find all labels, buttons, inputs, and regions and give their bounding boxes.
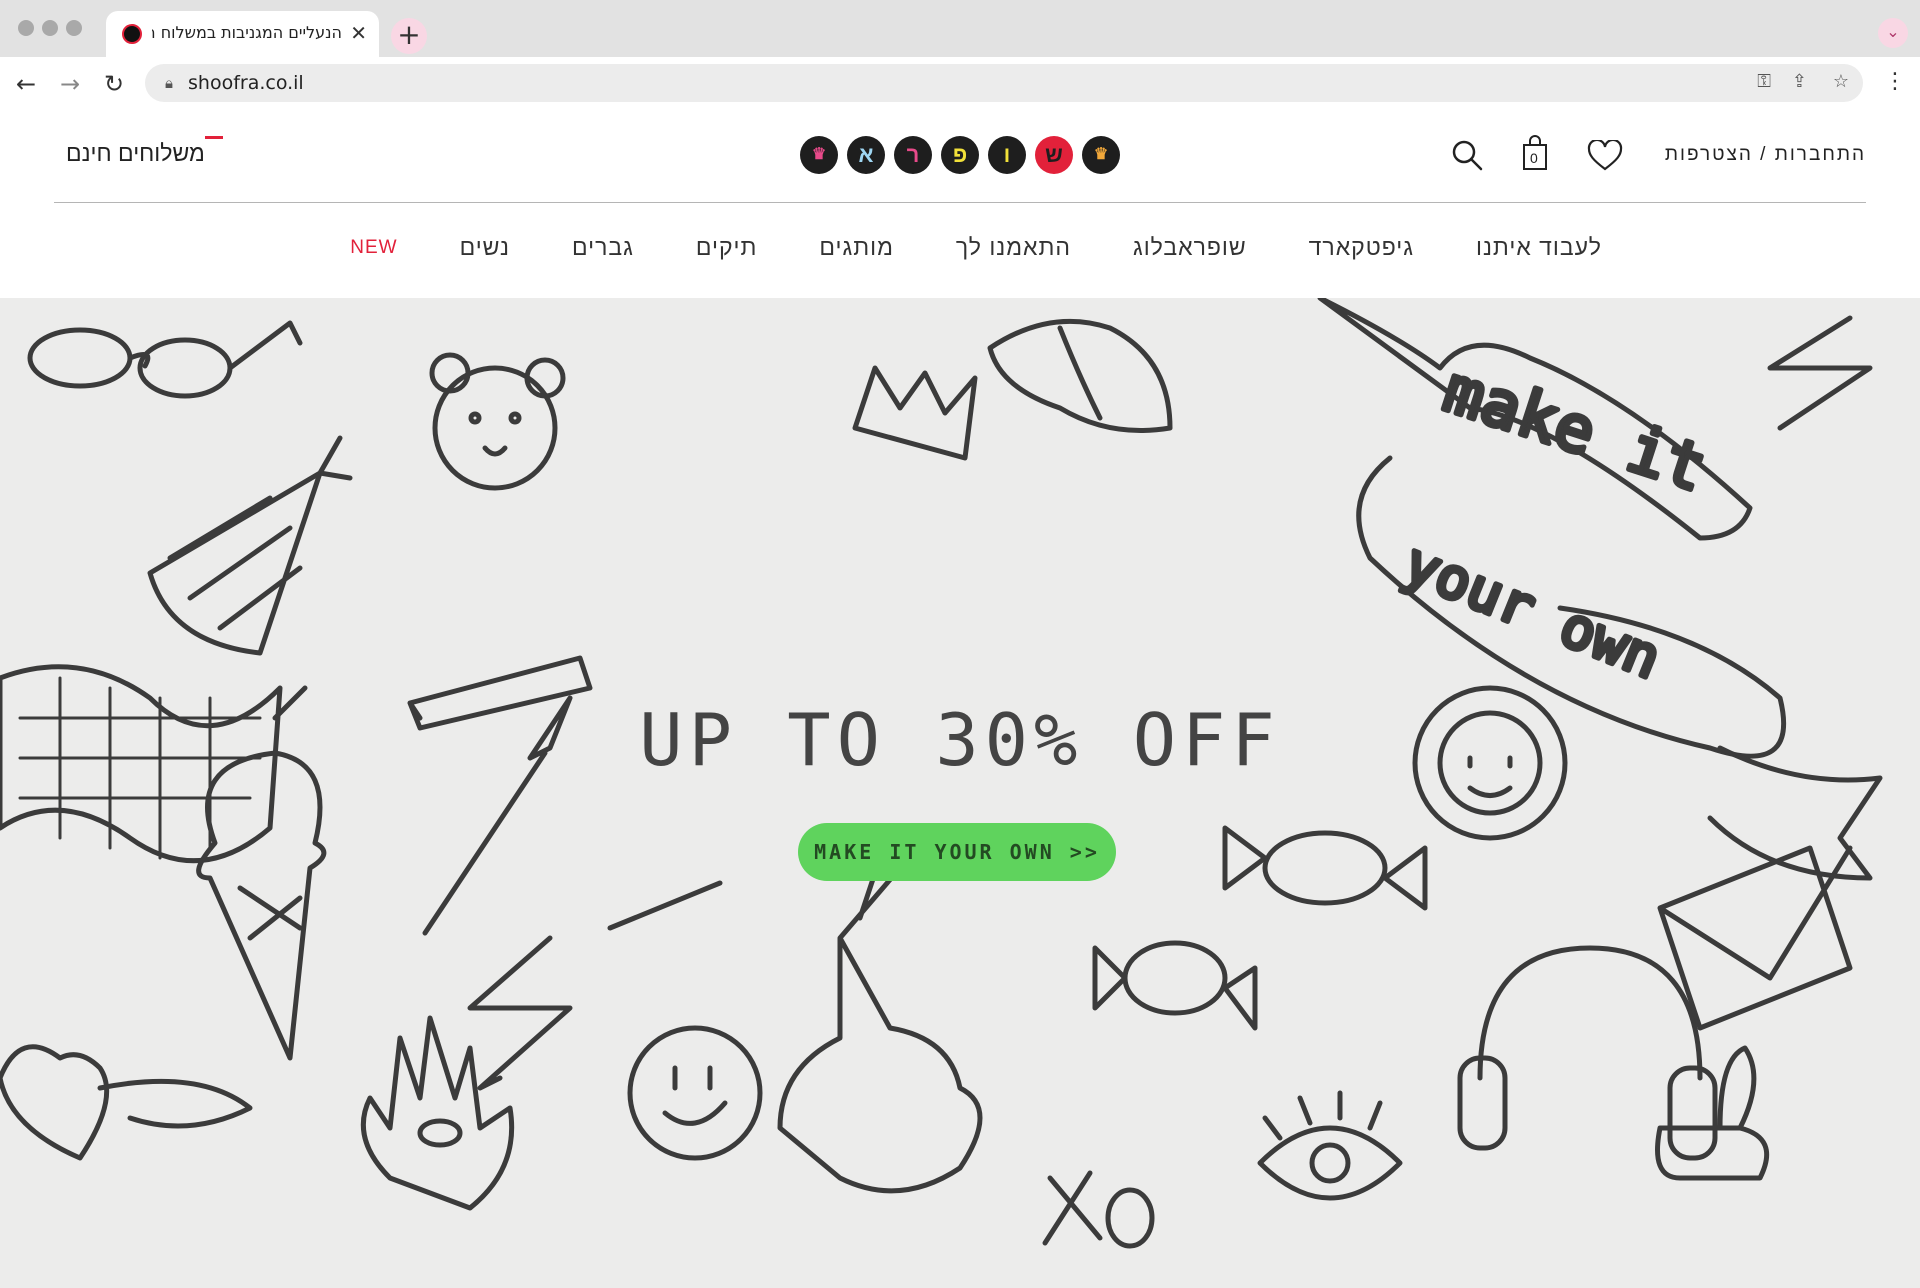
forward-icon[interactable]: →: [60, 69, 80, 99]
login-register-link[interactable]: התחברות / הצטרפות: [1665, 144, 1866, 166]
xoxo-doodle: [1042, 1170, 1155, 1249]
heart-icon[interactable]: [1587, 138, 1623, 176]
browser-tab-strip: הנעליים המגניבות במשלוח חינם עד הבית ✕ +…: [0, 0, 1920, 57]
promo-headline: UP TO 30% OFF: [639, 698, 1281, 782]
free-shipping-label: משלוחים חינם: [66, 140, 205, 166]
header-divider: [54, 202, 1866, 203]
shoofra-logo[interactable]: ♛ א ר פ ו ש ♛: [800, 136, 1120, 174]
url-text[interactable]: shoofra.co.il: [188, 72, 304, 94]
logo-letter: א: [847, 136, 885, 174]
main-navigation: NEW נשים גברים תיקים מותגים התאמנו לך שו…: [350, 234, 1602, 261]
nav-item-careers[interactable]: לעבוד איתנו: [1476, 234, 1602, 261]
cart-icon[interactable]: 0: [1521, 134, 1549, 176]
logo-letter: ש: [1035, 136, 1073, 174]
nav-item-blog[interactable]: שופראבלוג: [1133, 234, 1247, 261]
winged-heart-doodle: [0, 1044, 253, 1161]
nav-item-new[interactable]: NEW: [350, 234, 397, 261]
ribbon-banner-doodle: make it your own: [1317, 298, 1883, 881]
minimize-window-button[interactable]: [42, 20, 58, 36]
nav-item-brands[interactable]: מותגים: [819, 234, 894, 261]
share-icon[interactable]: ⇪: [1792, 71, 1807, 92]
logo-letter: ר: [894, 136, 932, 174]
evil-eye-doodle: [1257, 1090, 1403, 1201]
nav-item-men[interactable]: גברים: [572, 234, 634, 261]
cart-count: 0: [1530, 150, 1538, 166]
favicon-icon: [122, 24, 142, 44]
bookmark-star-icon[interactable]: ☆: [1833, 71, 1849, 92]
cap-doodle: [987, 318, 1173, 433]
browser-menu-icon[interactable]: ⋮: [1884, 69, 1906, 94]
lightning-doodle: [1767, 315, 1873, 431]
close-window-button[interactable]: [18, 20, 34, 36]
svg-text:make it: make it: [1435, 353, 1714, 507]
logo-crown-icon: ♛: [1082, 136, 1120, 174]
site-header: משלוחים חינם ♛ א ר פ ו ש ♛ 0 התחברות / ה…: [0, 112, 1920, 298]
party-hat-doodle: [147, 435, 353, 656]
logo-letter: ו: [988, 136, 1026, 174]
nav-item-fit-for-you[interactable]: התאמנו לך: [956, 234, 1071, 261]
key-icon[interactable]: ⚿: [1757, 71, 1771, 92]
nav-item-women[interactable]: נשים: [460, 234, 510, 261]
tab-close-icon[interactable]: ✕: [350, 21, 367, 45]
zoom-window-button[interactable]: [66, 20, 82, 36]
logo-crown-icon: ♛: [800, 136, 838, 174]
crown-doodle: [852, 365, 978, 461]
lightning-doodle: [467, 880, 723, 1091]
reload-icon[interactable]: ↻: [104, 69, 124, 99]
browser-tab[interactable]: הנעליים המגניבות במשלוח חינם עד הבית ✕: [106, 11, 379, 57]
doodle-illustration: make it your own: [0, 298, 1883, 1249]
new-tab-button[interactable]: +: [391, 18, 427, 54]
search-icon[interactable]: [1450, 138, 1484, 176]
thumbs-up-doodle: [1655, 1045, 1770, 1181]
shipping-accent: [205, 136, 223, 139]
tab-title: הנעליים המגניבות במשלוח חינם עד הבית: [152, 23, 342, 42]
hamsa-doodle: [360, 1015, 515, 1211]
address-bar[interactable]: 🔒︎ shoofra.co.il ⚿ ⇪ ☆: [145, 64, 1863, 102]
bear-doodle: [429, 352, 566, 491]
smiley-doodle: [627, 1025, 763, 1161]
candy-doodle: [1092, 940, 1258, 1031]
nav-item-giftcard[interactable]: גיפטקארד: [1309, 234, 1414, 261]
hero-banner[interactable]: make it your own UP TO 30% OFF MAKE IT Y…: [0, 298, 1920, 1288]
back-icon[interactable]: ←: [16, 69, 36, 99]
lock-icon: 🔒︎: [165, 74, 173, 92]
glasses-doodle: [27, 320, 303, 399]
nav-item-bags[interactable]: תיקים: [696, 234, 758, 261]
logo-letter: פ: [941, 136, 979, 174]
browser-toolbar: ← → ↻ 🔒︎ shoofra.co.il ⚿ ⇪ ☆ ⋮: [0, 57, 1920, 112]
candy-doodle: [1222, 825, 1428, 911]
unicorn-doodle: [777, 855, 983, 1194]
make-it-your-own-button[interactable]: MAKE IT YOUR OWN >>: [798, 823, 1116, 881]
tab-search-button[interactable]: ⌄: [1878, 18, 1908, 48]
